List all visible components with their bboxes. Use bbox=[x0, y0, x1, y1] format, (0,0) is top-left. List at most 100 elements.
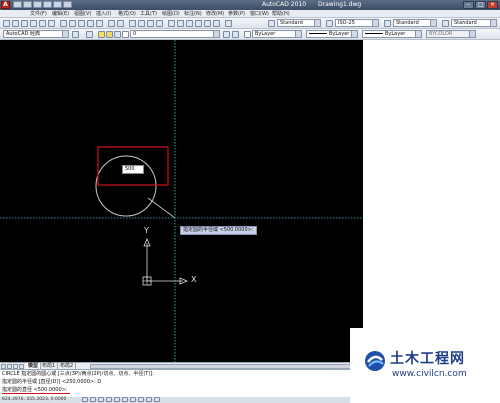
zoom-previous-icon[interactable] bbox=[156, 20, 163, 27]
workspace-select[interactable]: AutoCAD 经典 bbox=[3, 30, 69, 38]
copy-icon[interactable] bbox=[69, 20, 76, 27]
dynamic-input-value: 500 bbox=[125, 166, 135, 172]
chevron-down-icon bbox=[372, 20, 378, 26]
color-select[interactable]: ByLayer bbox=[252, 30, 302, 38]
menu-item-format[interactable]: 格式(O) bbox=[118, 10, 136, 18]
plot-style-select[interactable]: BYCOLOR bbox=[426, 30, 476, 38]
ucs-icon bbox=[142, 237, 189, 286]
app-menu-icon[interactable]: A bbox=[1, 1, 10, 9]
new-icon[interactable] bbox=[3, 20, 10, 27]
zoom-window-icon[interactable] bbox=[147, 20, 154, 27]
chevron-down-icon bbox=[295, 31, 301, 37]
save-icon[interactable] bbox=[21, 20, 28, 27]
layer-select[interactable]: 0 bbox=[130, 30, 220, 38]
pan-icon[interactable] bbox=[129, 20, 136, 27]
preview-icon[interactable] bbox=[39, 20, 46, 27]
layers-properties-toolbar: AutoCAD 经典 0 ByLayer ByLayer ByLayer BYC… bbox=[0, 29, 500, 40]
ucs-x-label: X bbox=[191, 275, 197, 284]
menu-item-parametric[interactable]: 参数(P) bbox=[228, 10, 245, 18]
lineweight-sample bbox=[365, 33, 383, 34]
layer-value: 0 bbox=[133, 31, 137, 37]
design-center-icon[interactable] bbox=[177, 20, 184, 27]
text-style-icon bbox=[268, 20, 275, 27]
snap-mode-icon[interactable] bbox=[82, 397, 88, 402]
coordinate-readout[interactable]: 624.3976, 355.3023, 0.0000 bbox=[2, 397, 66, 403]
file-name: Drawing1.dwg bbox=[318, 1, 362, 8]
ortho-mode-icon[interactable] bbox=[98, 397, 104, 402]
linetype-select[interactable]: ByLayer bbox=[306, 30, 358, 38]
tooltip-text: 指定圆的半径或 <500.0000>: bbox=[183, 227, 254, 233]
publish-icon[interactable] bbox=[48, 20, 55, 27]
plot-icon[interactable] bbox=[63, 1, 72, 8]
dynamic-input-field[interactable]: 500 bbox=[122, 165, 144, 174]
brand-logo-icon bbox=[365, 351, 385, 371]
minimize-icon[interactable]: – bbox=[463, 1, 474, 9]
text-style-select[interactable]: Standard bbox=[277, 19, 321, 27]
chevron-down-icon bbox=[62, 31, 68, 37]
lineweight-toggle-icon[interactable] bbox=[146, 397, 152, 402]
menu-item-edit[interactable]: 编辑(E) bbox=[52, 10, 69, 18]
block-editor-icon[interactable] bbox=[96, 20, 103, 27]
sheet-set-icon[interactable] bbox=[195, 20, 202, 27]
polar-tracking-icon[interactable] bbox=[106, 397, 112, 402]
plot-icon[interactable] bbox=[30, 20, 37, 27]
table-style-select[interactable]: Standard bbox=[393, 19, 437, 27]
menu-item-help[interactable]: 帮助(H) bbox=[272, 10, 290, 18]
dynamic-input-icon[interactable] bbox=[138, 397, 144, 402]
menu-item-window[interactable]: 窗口(W) bbox=[250, 10, 269, 18]
save-icon[interactable] bbox=[33, 1, 42, 8]
dynamic-prompt-tooltip: 指定圆的半径或 <500.0000>: bbox=[180, 226, 257, 235]
undo-icon[interactable] bbox=[108, 20, 115, 27]
menu-item-insert[interactable]: 插入(I) bbox=[96, 10, 111, 18]
new-file-icon[interactable] bbox=[13, 1, 22, 8]
make-current-layer-icon[interactable] bbox=[223, 31, 230, 38]
quick-properties-icon[interactable] bbox=[154, 397, 160, 402]
help-icon[interactable] bbox=[225, 20, 232, 27]
color-value: ByLayer bbox=[255, 31, 276, 37]
lineweight-select[interactable]: ByLayer bbox=[362, 30, 422, 38]
quickcalc-icon[interactable] bbox=[213, 20, 220, 27]
markup-icon[interactable] bbox=[204, 20, 211, 27]
menu-item-modify[interactable]: 修改(M) bbox=[206, 10, 224, 18]
mleader-style-select[interactable]: Standard bbox=[451, 19, 497, 27]
menu-item-draw[interactable]: 绘图(D) bbox=[162, 10, 180, 18]
chevron-down-icon bbox=[213, 31, 219, 37]
open-icon[interactable] bbox=[12, 20, 19, 27]
dim-style-select[interactable]: ISO-25 bbox=[335, 19, 379, 27]
tool-palettes-icon[interactable] bbox=[186, 20, 193, 27]
redo-icon[interactable] bbox=[117, 20, 124, 27]
menu-item-tools[interactable]: 工具(T) bbox=[140, 10, 157, 18]
plot-style-value: BYCOLOR bbox=[429, 31, 453, 37]
menu-item-view[interactable]: 视图(V) bbox=[74, 10, 91, 18]
command-prompt-line[interactable]: 指定圆的直径 <500.0000>: bbox=[2, 386, 70, 394]
object-snap-icon[interactable] bbox=[114, 397, 120, 402]
dynamic-ucs-icon[interactable] bbox=[130, 397, 136, 402]
redo-icon[interactable] bbox=[53, 1, 62, 8]
command-line[interactable]: CIRCLE 指定圆的圆心或 [三点(3P)/两点(2P)/切点、切点、半径(T… bbox=[0, 369, 350, 397]
restore-icon[interactable]: □ bbox=[475, 1, 486, 9]
cut-icon[interactable] bbox=[60, 20, 67, 27]
layer-properties-icon[interactable] bbox=[86, 31, 93, 38]
paste-icon[interactable] bbox=[78, 20, 85, 27]
menu-item-file[interactable]: 文件(F) bbox=[30, 10, 47, 18]
ucs-y-label: Y bbox=[144, 226, 149, 235]
close-icon[interactable]: × bbox=[487, 1, 498, 9]
chevron-down-icon bbox=[415, 31, 421, 37]
drawing-canvas[interactable]: 500 指定圆的半径或 <500.0000>: Y X bbox=[0, 40, 363, 362]
chevron-down-icon bbox=[314, 20, 320, 26]
command-history-line-1: CIRCLE 指定圆的圆心或 [三点(3P)/两点(2P)/切点、切点、半径(T… bbox=[2, 371, 154, 377]
undo-icon[interactable] bbox=[43, 1, 52, 8]
chevron-down-icon bbox=[469, 31, 475, 37]
properties-icon[interactable] bbox=[168, 20, 175, 27]
workspace-settings-icon[interactable] bbox=[72, 31, 79, 38]
workspace-value: AutoCAD 经典 bbox=[6, 31, 40, 37]
text-style-value: Standard bbox=[280, 20, 303, 26]
open-file-icon[interactable] bbox=[23, 1, 32, 8]
command-history-line-2: 指定圆的半径或 [直径(D)] <250.0000>: D bbox=[2, 379, 102, 385]
grid-display-icon[interactable] bbox=[90, 397, 96, 402]
zoom-realtime-icon[interactable] bbox=[138, 20, 145, 27]
match-properties-icon[interactable] bbox=[87, 20, 94, 27]
layer-previous-icon[interactable] bbox=[232, 31, 239, 38]
menu-item-dimension[interactable]: 标注(N) bbox=[184, 10, 202, 18]
object-snap-tracking-icon[interactable] bbox=[122, 397, 128, 402]
